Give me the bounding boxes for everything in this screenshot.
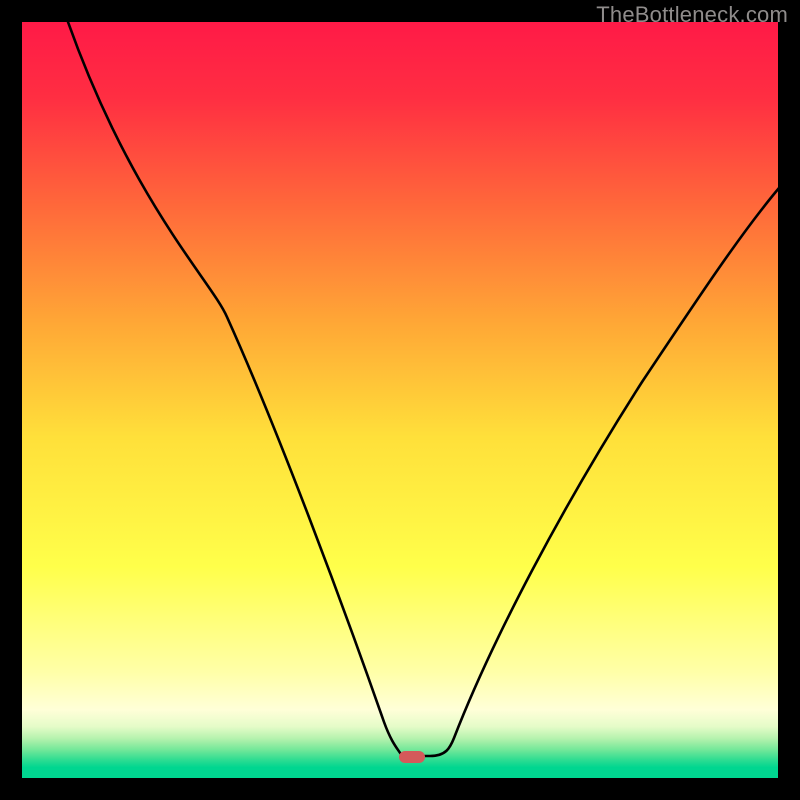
optimal-marker <box>399 751 425 763</box>
bottleneck-curve <box>22 22 778 778</box>
chart-frame: TheBottleneck.com <box>0 0 800 800</box>
plot-area <box>22 22 778 778</box>
